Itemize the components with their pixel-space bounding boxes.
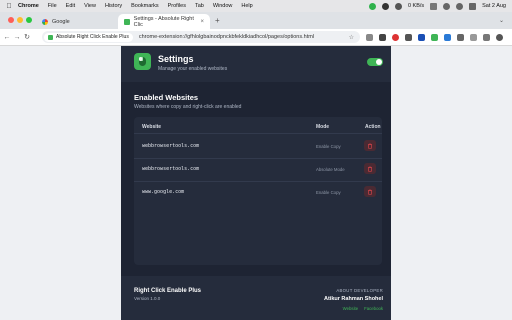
- header-divider: [134, 133, 382, 134]
- delete-button[interactable]: [364, 140, 376, 151]
- menu-window[interactable]: Window: [213, 3, 233, 9]
- extension-icon[interactable]: [379, 33, 386, 41]
- extension-logo: [134, 53, 151, 70]
- url-text[interactable]: chrome-extension://gfhlolgbainodpnckbfek…: [139, 34, 314, 40]
- back-icon[interactable]: ←: [2, 34, 12, 41]
- page-title: Settings: [158, 54, 194, 64]
- global-enable-toggle[interactable]: [367, 58, 383, 66]
- google-favicon-icon: [42, 18, 48, 25]
- page-subtitle: Manage your enabled websites: [158, 66, 228, 72]
- menu-profiles[interactable]: Profiles: [168, 3, 186, 9]
- developer-links: Website Facebook: [343, 306, 383, 311]
- tab-google[interactable]: Google: [36, 14, 116, 29]
- download-icon[interactable]: [470, 33, 477, 41]
- close-window-button[interactable]: [8, 17, 14, 23]
- settings-card: Settings Manage your enabled websites En…: [121, 46, 391, 320]
- battery-icon[interactable]: [430, 2, 438, 10]
- extension-icon[interactable]: [431, 33, 438, 41]
- about-developer-label: ABOUT DEVELOPER: [336, 288, 383, 293]
- network-speed: 0 KB/s: [407, 3, 425, 9]
- menu-history[interactable]: History: [105, 3, 122, 9]
- extension-version: Version 1.0.0: [134, 296, 161, 301]
- new-tab-icon[interactable]: +: [215, 16, 220, 25]
- tab-label: Settings - Absolute Right Clic: [133, 15, 194, 28]
- page-content: Settings Manage your enabled websites En…: [0, 46, 512, 320]
- close-tab-icon[interactable]: ×: [200, 19, 204, 25]
- puzzle-icon[interactable]: [457, 33, 464, 41]
- tab-strip: Google Settings - Absolute Right Clic × …: [0, 12, 512, 29]
- apple-icon[interactable]: : [0, 3, 18, 10]
- websites-table: Website Mode Action webbrowsertools.com …: [134, 117, 382, 265]
- toggle-knob: [376, 59, 382, 65]
- status-tray: 0 KB/s Sat 2 Aug: [368, 2, 512, 10]
- website-cell: www.google.com: [142, 189, 185, 195]
- extension-chip-label: Absolute Right Click Enable Plus: [56, 34, 129, 40]
- menu-file[interactable]: File: [48, 3, 57, 9]
- delete-button[interactable]: [364, 186, 376, 197]
- delete-button[interactable]: [364, 163, 376, 174]
- enabled-websites-subtitle: Websites where copy and right-click are …: [134, 104, 242, 110]
- extension-favicon-icon: [124, 18, 130, 25]
- menu-help[interactable]: Help: [241, 3, 252, 9]
- extension-icon[interactable]: [444, 33, 451, 41]
- trash-icon: [368, 143, 372, 149]
- circle-icon[interactable]: [381, 2, 389, 10]
- extension-chip[interactable]: Absolute Right Click Enable Plus: [44, 32, 133, 42]
- extension-icon[interactable]: [418, 33, 425, 41]
- trash-icon: [368, 189, 372, 195]
- clock[interactable]: Sat 2 Aug: [482, 3, 506, 9]
- menu-edit[interactable]: Edit: [66, 3, 75, 9]
- browser-toolbar: ← → ↻ Absolute Right Click Enable Plus c…: [0, 29, 512, 46]
- settings-footer: Right Click Enable Plus Version 1.0.0 AB…: [121, 276, 391, 320]
- macos-menubar:  Chrome File Edit View History Bookmark…: [0, 0, 512, 12]
- mouse-icon: [139, 57, 146, 66]
- zoom-window-button[interactable]: [26, 17, 32, 23]
- column-header-mode: Mode: [316, 124, 330, 130]
- trash-icon: [368, 166, 372, 172]
- mode-cell: Absolute Mode: [316, 167, 345, 172]
- extension-icon[interactable]: [366, 33, 373, 41]
- tab-search-chevron-icon[interactable]: ⌄: [499, 17, 504, 24]
- menu-tab[interactable]: Tab: [195, 3, 204, 9]
- extension-icon[interactable]: [405, 33, 412, 41]
- facebook-link[interactable]: Facebook: [364, 306, 383, 311]
- menu-bookmarks[interactable]: Bookmarks: [131, 3, 159, 9]
- forward-icon[interactable]: →: [12, 34, 22, 41]
- table-row: webbrowsertools.com Absolute Mode: [134, 158, 382, 181]
- settings-header: Settings Manage your enabled websites: [121, 46, 391, 82]
- website-cell: webbrowsertools.com: [142, 166, 200, 172]
- bulb-icon[interactable]: [394, 2, 402, 10]
- menu-chrome[interactable]: Chrome: [18, 3, 39, 9]
- developer-name: Atikur Rahman Shohel: [324, 296, 383, 302]
- whatsapp-icon[interactable]: [368, 2, 376, 10]
- control-center-icon[interactable]: [469, 2, 477, 10]
- column-header-action: Action: [365, 124, 381, 130]
- extension-icon: [48, 34, 53, 40]
- bookmark-star-icon[interactable]: ☆: [349, 34, 354, 41]
- minimize-window-button[interactable]: [17, 17, 23, 23]
- profile-icon[interactable]: [496, 33, 503, 41]
- extension-icon[interactable]: [392, 33, 399, 41]
- tab-label: Google: [52, 18, 70, 25]
- tab-settings[interactable]: Settings - Absolute Right Clic ×: [118, 14, 210, 29]
- mode-cell: Enable Copy: [316, 190, 341, 195]
- table-row: webbrowsertools.com Enable Copy: [134, 135, 382, 158]
- address-bar[interactable]: Absolute Right Click Enable Plus chrome-…: [42, 31, 360, 43]
- website-link[interactable]: Website: [343, 306, 358, 311]
- extensions-row: ⋮: [366, 33, 512, 41]
- menu-view[interactable]: View: [84, 3, 96, 9]
- split-view-icon[interactable]: [483, 33, 490, 41]
- table-row: www.google.com Enable Copy: [134, 181, 382, 204]
- wifi-icon[interactable]: [443, 2, 451, 10]
- website-cell: webbrowsertools.com: [142, 143, 200, 149]
- reload-icon[interactable]: ↻: [22, 33, 32, 41]
- enabled-websites-title: Enabled Websites: [134, 93, 199, 102]
- extension-name: Right Click Enable Plus: [134, 288, 202, 294]
- mode-cell: Enable Copy: [316, 144, 341, 149]
- search-icon[interactable]: [456, 2, 464, 10]
- column-header-website: Website: [142, 124, 162, 130]
